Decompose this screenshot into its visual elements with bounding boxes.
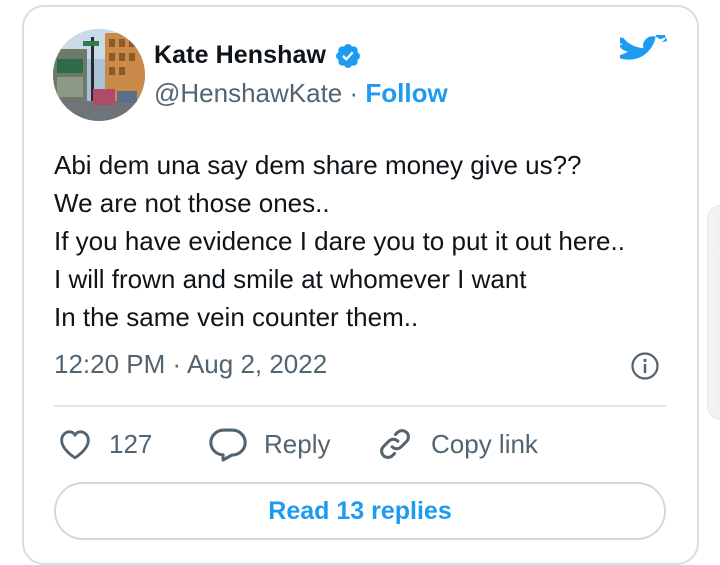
read-replies-label: Read 13 replies bbox=[268, 496, 452, 525]
avatar[interactable] bbox=[53, 29, 145, 121]
verified-badge-icon bbox=[336, 43, 361, 68]
avatar-image bbox=[53, 29, 145, 121]
link-icon bbox=[380, 429, 410, 459]
heart-icon bbox=[60, 430, 90, 460]
tweet-line: We are not those ones.. bbox=[54, 188, 330, 218]
info-icon[interactable] bbox=[630, 351, 660, 381]
reply-button[interactable]: Reply bbox=[208, 423, 330, 465]
author-name-row: Kate Henshaw bbox=[154, 41, 362, 70]
tweet-line: Abi dem una say dem share money give us?… bbox=[54, 150, 582, 180]
like-count: 127 bbox=[109, 428, 153, 459]
twitter-bird-icon[interactable] bbox=[620, 35, 668, 75]
copy-link-button[interactable]: Copy link bbox=[375, 423, 538, 465]
tweet-text: Abi dem una say dem share money give us?… bbox=[54, 146, 625, 336]
adjacent-panel-edge bbox=[707, 205, 720, 420]
tweet-line: I will frown and smile at whomever I wan… bbox=[54, 264, 527, 294]
tweet-timestamp[interactable]: 12:20 PM · Aug 2, 2022 bbox=[54, 349, 327, 380]
follow-button[interactable]: Follow bbox=[365, 78, 447, 108]
author-name[interactable]: Kate Henshaw bbox=[154, 41, 326, 70]
reply-label: Reply bbox=[264, 428, 331, 459]
like-button[interactable]: 127 bbox=[57, 423, 152, 465]
reply-bubble-icon bbox=[209, 428, 247, 462]
copy-link-label: Copy link bbox=[431, 428, 538, 459]
tweet-line: If you have evidence I dare you to put i… bbox=[54, 226, 625, 256]
handle-separator: · bbox=[342, 78, 366, 108]
tweet-line: In the same vein counter them.. bbox=[54, 302, 419, 332]
author-handle-row: @HenshawKate · Follow bbox=[154, 78, 448, 109]
divider bbox=[54, 405, 666, 407]
read-replies-button[interactable]: Read 13 replies bbox=[54, 482, 666, 540]
author-handle[interactable]: @HenshawKate bbox=[154, 78, 342, 108]
